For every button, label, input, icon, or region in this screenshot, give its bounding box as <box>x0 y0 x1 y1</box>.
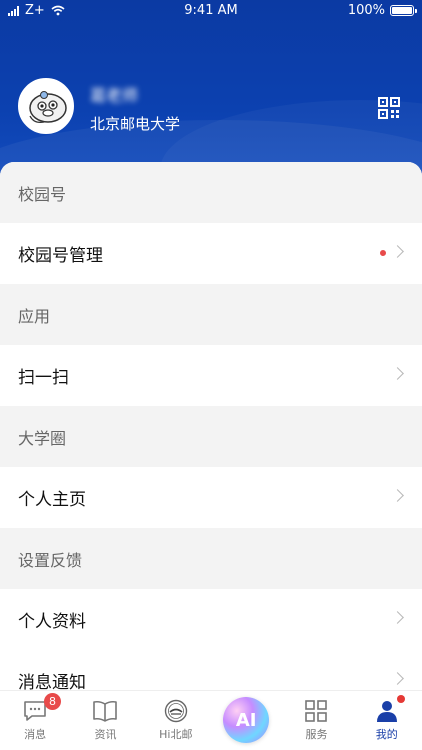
avatar[interactable] <box>18 78 74 134</box>
user-name: 葛老师 <box>90 86 139 105</box>
section-header-campus: 校园号 <box>0 162 422 223</box>
notification-dot <box>396 695 405 703</box>
section-header-circle: 大学圈 <box>0 406 422 467</box>
settings-list: 校园号 校园号管理 应用 扫一扫 大学圈 个人主页 设置反馈 个人资料 消息通知 <box>0 162 422 690</box>
school-name: 北京邮电大学 <box>90 115 181 133</box>
grid-icon <box>305 700 328 722</box>
tab-hi-bupt[interactable]: Hi北邮 <box>141 691 211 750</box>
qr-code-icon[interactable] <box>378 97 400 119</box>
battery-icon <box>390 5 417 16</box>
notification-settings-row[interactable]: 消息通知 <box>0 650 422 690</box>
campus-account-manage-row[interactable]: 校园号管理 <box>0 223 422 284</box>
tab-ai[interactable]: AI <box>211 691 281 750</box>
chevron-right-icon <box>391 245 404 258</box>
personal-homepage-row[interactable]: 个人主页 <box>0 467 422 528</box>
tab-news[interactable]: 资讯 <box>70 691 140 750</box>
status-bar: Z+ 9:41 AM 100% <box>0 0 422 22</box>
section-header-apps: 应用 <box>0 284 422 345</box>
personal-info-row[interactable]: 个人资料 <box>0 589 422 650</box>
scan-row[interactable]: 扫一扫 <box>0 345 422 406</box>
tab-label: 资讯 <box>94 728 117 741</box>
section-header-settings: 设置反馈 <box>0 528 422 589</box>
tab-services[interactable]: 服务 <box>281 691 351 750</box>
tab-label: 我的 <box>375 728 398 741</box>
bottom-tab-bar: 8 消息 资讯 Hi北邮 AI 服务 我的 <box>0 690 422 750</box>
tab-label: Hi北邮 <box>159 728 193 741</box>
chevron-right-icon <box>391 367 404 380</box>
tab-label: 消息 <box>24 728 47 741</box>
row-label: 消息通知 <box>18 673 86 690</box>
chevron-right-icon <box>391 611 404 624</box>
tab-messages[interactable]: 8 消息 <box>0 691 70 750</box>
notification-dot <box>380 250 386 256</box>
battery-percent: 100% <box>347 3 385 18</box>
book-icon <box>93 700 118 722</box>
tab-label: 服务 <box>305 728 328 741</box>
school-logo-icon <box>164 699 188 723</box>
chevron-right-icon <box>391 672 404 685</box>
row-label: 个人资料 <box>18 612 86 632</box>
ai-icon: AI <box>223 697 270 743</box>
cartoon-avatar-icon <box>20 80 72 132</box>
unread-badge: 8 <box>44 693 61 710</box>
row-label: 个人主页 <box>18 490 86 510</box>
chevron-right-icon <box>391 489 404 502</box>
row-label: 扫一扫 <box>18 368 69 388</box>
row-label: 校园号管理 <box>18 246 103 266</box>
ai-label: AI <box>235 709 257 731</box>
person-icon <box>376 701 397 722</box>
tab-mine[interactable]: 我的 <box>352 691 422 750</box>
